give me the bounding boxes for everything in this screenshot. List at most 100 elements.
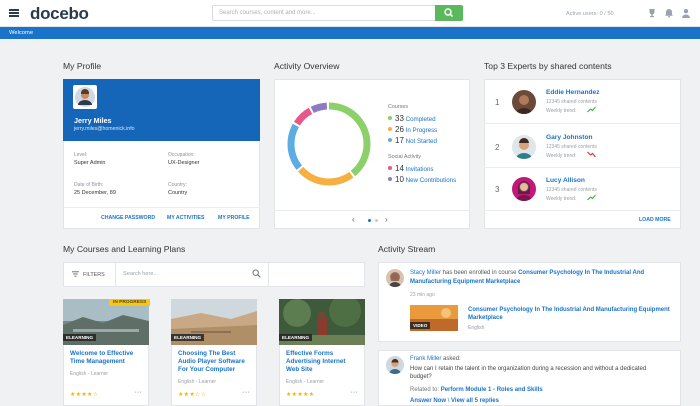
invitations-label[interactable]: Invitations <box>406 166 434 173</box>
legend-invitations[interactable]: 14 Invitations <box>388 164 434 173</box>
courses-search-icon[interactable] <box>252 269 261 278</box>
attachment-title[interactable]: Consumer Psychology In The Industrial An… <box>468 306 673 322</box>
invitations-count: 14 <box>395 164 404 173</box>
legend-contributions[interactable]: 10 New Contributions <box>388 175 456 184</box>
course-rating: ★★★★★ <box>286 392 315 398</box>
expert-name[interactable]: Lucy Allison <box>546 177 585 184</box>
course-type-tag: ELEARNING <box>279 334 313 341</box>
my-activities-link[interactable]: MY ACTIVITIES <box>167 215 204 221</box>
expert-trend-label: Weekly trend: <box>546 196 577 202</box>
filter-divider <box>115 262 116 287</box>
view-replies-link[interactable]: View all 5 replies <box>451 398 499 404</box>
expert-avatar[interactable] <box>512 177 536 201</box>
user-avatar[interactable] <box>681 8 691 18</box>
carousel-dot[interactable] <box>375 219 378 222</box>
country-label: Country: <box>168 182 187 188</box>
filter-icon <box>72 271 79 277</box>
course-menu-icon[interactable]: ··· <box>350 389 359 396</box>
legend-completed[interactable]: 33 Completed <box>388 114 436 123</box>
carousel-prev-icon[interactable]: ‹ <box>352 215 355 224</box>
course-thumbnail[interactable]: ELEARNING <box>279 299 365 345</box>
stream-question: How can I retain the talent in the organ… <box>410 366 647 380</box>
expert-trend-label: Weekly trend: <box>546 153 577 159</box>
expert-rank: 2 <box>495 143 500 152</box>
stream-user-link[interactable]: Stacy Miller <box>410 270 441 276</box>
invitations-dot <box>388 166 392 170</box>
carousel-next-icon[interactable]: › <box>385 215 388 224</box>
legend-in-progress[interactable]: 26 In Progress <box>388 125 437 134</box>
contributions-dot <box>388 177 392 181</box>
global-search-input[interactable]: Search courses, content and more... <box>212 5 435 21</box>
social-legend-title: Social Activity <box>388 154 421 160</box>
course-meta: English - Learner <box>178 379 217 385</box>
welcome-label: Welcome <box>9 30 34 36</box>
legend-not-started[interactable]: 17 Not Started <box>388 136 437 145</box>
filters-button[interactable]: FILTERS <box>72 271 105 278</box>
trophy-icon[interactable] <box>647 8 657 18</box>
load-more-button[interactable]: LOAD MORE <box>639 217 671 223</box>
profile-section-title: My Profile <box>63 61 102 71</box>
change-password-link[interactable]: CHANGE PASSWORD <box>101 215 155 221</box>
expert-avatar[interactable] <box>512 135 536 159</box>
course-meta: English - Learner <box>70 371 109 377</box>
contributions-count: 10 <box>395 175 404 184</box>
course-title[interactable]: Choosing The Best Audio Player Software … <box>178 350 254 374</box>
expert-shared: 12345 shared contents <box>546 187 597 193</box>
stream-user-link[interactable]: Frank Miller <box>410 356 441 362</box>
expert-rank: 3 <box>495 185 500 194</box>
course-title[interactable]: Effective Forms Advertising Internet Web… <box>286 350 358 374</box>
occupation-label: Occupation: <box>168 152 195 158</box>
stream-avatar[interactable] <box>386 269 404 287</box>
not-started-label[interactable]: Not Started <box>406 138 437 145</box>
country-value: Country <box>168 190 188 196</box>
stream-attachment-thumbnail[interactable]: VIDEO <box>410 305 458 331</box>
bell-icon[interactable] <box>664 8 674 18</box>
hamburger-menu-icon[interactable] <box>9 9 19 17</box>
expert-name[interactable]: Gary Johnston <box>546 134 593 141</box>
expert-avatar[interactable] <box>512 90 536 114</box>
course-thumbnail[interactable]: ELEARNING <box>171 299 257 345</box>
not-started-count: 17 <box>395 136 404 145</box>
stream-section-title: Activity Stream <box>378 244 436 254</box>
course-type-tag: ELEARNING <box>171 334 205 341</box>
welcome-banner <box>0 27 700 39</box>
my-profile-link[interactable]: MY PROFILE <box>218 215 250 221</box>
course-rating: ★★★★☆ <box>70 392 99 398</box>
course-title[interactable]: Welcome to Effective Time Management <box>70 350 144 366</box>
answer-now-link[interactable]: Answer Now <box>410 398 446 404</box>
courses-section-title: My Courses and Learning Plans <box>63 244 186 254</box>
course-menu-icon[interactable]: ··· <box>134 389 143 396</box>
completed-dot <box>388 116 392 120</box>
level-label: Level: <box>74 152 88 158</box>
profile-avatar[interactable] <box>73 85 97 109</box>
expert-name[interactable]: Eddie Hernandez <box>546 89 600 96</box>
app-logo[interactable]: docebo <box>30 4 89 24</box>
in-progress-label[interactable]: In Progress <box>406 127 438 134</box>
expert-rank: 1 <box>495 98 500 107</box>
experts-section-title: Top 3 Experts by shared contents <box>484 61 612 71</box>
expert-trend-label: Weekly trend: <box>546 108 577 114</box>
courses-legend-title: Courses <box>388 104 409 110</box>
stream-answer-row: Answer Now \ View all 5 replies <box>410 398 499 404</box>
completed-label[interactable]: Completed <box>406 116 436 123</box>
filters-label: FILTERS <box>83 272 105 278</box>
courses-search-input[interactable]: Search here.. <box>123 271 157 277</box>
course-menu-icon[interactable]: ··· <box>242 389 251 396</box>
carousel-dot-active[interactable] <box>368 219 371 222</box>
stream-action: has been enrolled in course <box>442 270 517 276</box>
filter-divider <box>268 262 269 287</box>
stream-time: 23 min ago <box>410 292 435 298</box>
expert-shared: 12345 shared contents <box>546 99 597 105</box>
search-button[interactable] <box>435 5 463 21</box>
stream-avatar[interactable] <box>386 356 404 374</box>
completed-count: 33 <box>395 114 404 123</box>
expert-divider <box>484 210 681 211</box>
search-icon <box>444 8 454 18</box>
trend-up-icon <box>587 106 596 113</box>
contributions-label[interactable]: New Contributions <box>406 177 457 184</box>
course-meta: English - Learner <box>286 379 325 385</box>
dob-value: 25 December, 89 <box>74 190 116 196</box>
dob-label: Date of Birth: <box>74 182 104 188</box>
related-link[interactable]: Perform Module 1 - Roles and Skills <box>441 387 543 393</box>
trend-up-icon <box>587 194 596 201</box>
